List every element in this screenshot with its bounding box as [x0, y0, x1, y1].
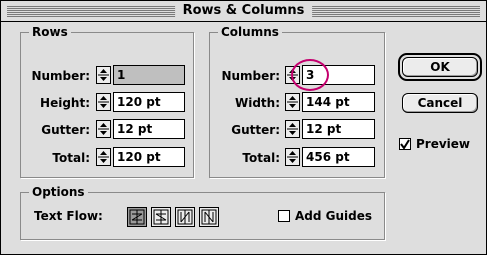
- stepper-arrows-icon: [287, 69, 298, 81]
- rows-gutter-field[interactable]: 12 pt: [113, 119, 185, 139]
- columns-width-label: Width:: [234, 96, 280, 110]
- rows-number-stepper[interactable]: [96, 66, 111, 84]
- flow-top-down-right-left-button[interactable]: [199, 207, 219, 227]
- stepper-arrows-icon: [287, 96, 298, 108]
- text-flow-label: Text Flow:: [34, 209, 103, 223]
- rows-gutter-label: Gutter:: [41, 123, 90, 137]
- stepper-arrows-icon: [287, 123, 298, 135]
- columns-gutter-field[interactable]: 12 pt: [302, 119, 375, 139]
- rows-number-label: Number:: [31, 69, 90, 83]
- flow-top-down-left-right-icon: [177, 209, 193, 225]
- stepper-arrows-icon: [98, 151, 109, 163]
- options-legend: Options: [29, 184, 88, 200]
- columns-total-stepper[interactable]: [285, 148, 300, 166]
- rows-legend: Rows: [29, 24, 71, 40]
- flow-top-down-right-left-icon: [201, 209, 217, 225]
- columns-total-label: Total:: [242, 151, 280, 165]
- columns-gutter-label: Gutter:: [231, 123, 280, 137]
- dialog-title: Rows & Columns: [174, 2, 313, 20]
- cancel-button[interactable]: Cancel: [402, 93, 478, 113]
- add-guides-label[interactable]: Add Guides: [295, 208, 372, 224]
- flow-left-right-top-down-icon: [129, 209, 145, 225]
- rows-gutter-stepper[interactable]: [96, 120, 111, 138]
- columns-total-field[interactable]: 456 pt: [302, 147, 375, 167]
- columns-number-label: Number:: [221, 69, 280, 83]
- stepper-arrows-icon: [98, 69, 109, 81]
- columns-legend: Columns: [218, 24, 282, 40]
- rows-height-field[interactable]: 120 pt: [113, 92, 185, 112]
- ok-button[interactable]: OK: [402, 57, 478, 77]
- preview-checkbox[interactable]: [399, 138, 411, 150]
- rows-height-stepper[interactable]: [96, 93, 111, 111]
- columns-width-stepper[interactable]: [285, 93, 300, 111]
- stepper-arrows-icon: [98, 96, 109, 108]
- stepper-arrows-icon: [287, 151, 298, 163]
- flow-right-left-top-down-button[interactable]: [151, 207, 171, 227]
- rows-total-field[interactable]: 120 pt: [113, 147, 185, 167]
- rows-total-stepper[interactable]: [96, 148, 111, 166]
- flow-right-left-top-down-icon: [153, 209, 169, 225]
- checkmark-icon: [400, 139, 410, 149]
- add-guides-checkbox[interactable]: [278, 210, 290, 222]
- columns-number-stepper[interactable]: [285, 66, 300, 84]
- columns-width-field[interactable]: 144 pt: [302, 92, 375, 112]
- rows-columns-dialog: Rows & Columns Rows Number: 1 Height: 12…: [0, 0, 487, 255]
- columns-number-field[interactable]: 3: [302, 65, 375, 85]
- title-bar[interactable]: Rows & Columns: [1, 1, 486, 22]
- flow-left-right-top-down-button[interactable]: [127, 207, 147, 227]
- preview-label[interactable]: Preview: [416, 136, 470, 152]
- columns-gutter-stepper[interactable]: [285, 120, 300, 138]
- flow-top-down-left-right-button[interactable]: [175, 207, 195, 227]
- rows-height-label: Height:: [40, 96, 90, 110]
- rows-total-label: Total:: [52, 151, 90, 165]
- rows-number-field[interactable]: 1: [113, 65, 185, 85]
- stepper-arrows-icon: [98, 123, 109, 135]
